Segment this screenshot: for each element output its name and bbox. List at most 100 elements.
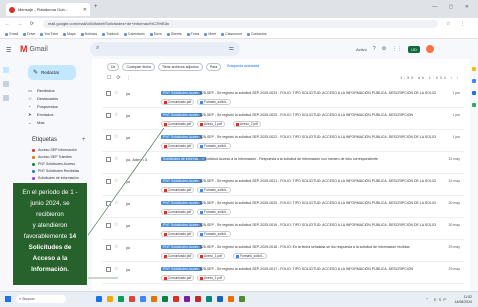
more-actions-icon[interactable]: ⋮ [126, 75, 131, 81]
prev-page-icon[interactable]: ‹ [451, 76, 454, 80]
sidebar-item[interactable]: ◔ Pospuestos [28, 103, 88, 110]
filter-chip[interactable]: Tiene archivos adjuntos [158, 63, 203, 71]
email-row[interactable]: ☆ yo PNT Solicitudes Acceso 2025-SEP - Se r… [102, 88, 464, 108]
taskbar-app-icon[interactable] [162, 296, 168, 302]
url-field[interactable]: mail.google.com/mail/u/0/#label/Solicitu… [42, 20, 438, 28]
email-row[interactable]: ☆ yo PNT Solicitudes Acceso 2025-SEP - Se r… [102, 132, 464, 152]
row-checkbox[interactable] [106, 91, 111, 96]
star-icon[interactable]: ☆ [114, 178, 118, 184]
taskbar-app-icon[interactable] [107, 296, 113, 302]
bookmark-item[interactable]: Docs [149, 32, 162, 36]
email-row[interactable]: ☆ yo, Admin 3 Solicitudes de información RE… [102, 154, 464, 174]
add-label-icon[interactable]: + [82, 137, 86, 143]
sidebar-item[interactable]: ➤ Enviados [28, 111, 88, 118]
sidebar-item[interactable]: ☆ Destacados [28, 95, 88, 102]
row-checkbox[interactable] [106, 157, 111, 162]
star-icon[interactable]: ☆ [114, 134, 118, 140]
bookmark-item[interactable]: Traducir [102, 32, 119, 36]
email-label-tag[interactable]: PNT Solicitudes Acceso [161, 179, 203, 183]
chat-rail-icon[interactable] [3, 81, 9, 87]
keep-side-icon[interactable] [472, 79, 476, 83]
attachment-chip[interactable]: Anexo_2.pdf [233, 121, 261, 127]
settings-icon[interactable]: ⚙ [382, 46, 386, 52]
taskbar-app-icon[interactable] [217, 296, 223, 302]
help-icon[interactable]: ? [373, 46, 376, 52]
taskbar-app-icon[interactable] [118, 296, 124, 302]
attachment-chip[interactable]: Formato_solicit... [197, 143, 232, 149]
clock[interactable]: 11:52 14/06/2024 [454, 295, 472, 304]
attachment-chip[interactable]: Anexo_1.pdf [197, 121, 225, 127]
refresh-icon[interactable]: ⟳ [116, 75, 120, 81]
taskbar-app-icon[interactable] [129, 296, 135, 302]
filter-chip[interactable]: Búsqueda avanzada [224, 63, 262, 71]
label-item[interactable]: PNT Solicitudes Acceso [32, 161, 75, 167]
tasks-side-icon[interactable] [472, 91, 476, 95]
email-row[interactable]: ☆ yo PNT Solicitudes Acceso 2025-SEP - Se r… [102, 242, 464, 262]
row-checkbox[interactable] [106, 135, 111, 140]
attachment-chip[interactable]: Comunicado.pdf [161, 99, 195, 105]
window-controls[interactable]: — ▢ ✕ [432, 4, 474, 10]
pagination[interactable]: 1-50 de 1.034 ‹ › [400, 76, 460, 80]
row-checkbox[interactable] [106, 223, 111, 228]
star-icon[interactable]: ☆ [114, 244, 118, 250]
attachment-chip[interactable]: Formato_solicit... [233, 253, 268, 259]
bookmark-item[interactable]: Drive [23, 32, 35, 36]
email-label-tag[interactable]: PNT Solicitudes Acceso [161, 201, 203, 205]
bookmark-item[interactable]: Calendario [123, 32, 145, 36]
attachment-chip[interactable]: Formato_solicit... [197, 99, 232, 105]
taskbar-search[interactable]: ⌕ Buscar [16, 295, 66, 303]
row-checkbox[interactable] [106, 201, 111, 206]
taskbar-app-icon[interactable] [239, 296, 245, 302]
email-label-tag[interactable]: PNT Solicitudes Acceso [161, 267, 203, 271]
label-item[interactable]: Acceso SEP Información [32, 147, 77, 153]
sidebar-item[interactable]: ⌄ Más [28, 119, 88, 126]
next-page-icon[interactable]: › [457, 76, 460, 80]
attachment-chip[interactable]: Formato_solicit... [197, 187, 232, 193]
row-checkbox[interactable] [106, 245, 111, 250]
taskbar-app-icon[interactable] [228, 296, 234, 302]
bookmark-item[interactable]: Classroom [221, 32, 242, 36]
email-label-tag[interactable]: PNT Solicitudes Acceso [161, 135, 203, 139]
attachment-chip[interactable]: Anexo_1.pdf [197, 275, 225, 281]
new-tab-icon[interactable]: + [94, 4, 98, 10]
gmail-logo[interactable]: M Gmail [20, 44, 48, 54]
attachment-chip[interactable]: Comunicado.pdf [161, 275, 195, 281]
meet-rail-icon[interactable] [3, 95, 9, 101]
email-label-tag[interactable]: PNT Solicitudes Acceso [161, 91, 203, 95]
bookmark-item[interactable]: Fotos [186, 32, 199, 36]
label-item[interactable]: Acceso SEP Trámites [32, 154, 72, 160]
attachment-chip[interactable]: Anexo_1.pdf [197, 253, 225, 259]
star-icon[interactable]: ☆ [114, 266, 118, 272]
browser-menu-icon[interactable]: ☆ ⋮ [446, 21, 469, 27]
star-icon[interactable]: ☆ [114, 156, 118, 162]
email-row[interactable]: ☆ yo PNT Solicitudes Acceso 2025-SEP - Se r… [102, 176, 464, 196]
bookmark-item[interactable]: Meet [204, 32, 216, 36]
search-input[interactable]: ⌕ ⚌ [90, 42, 240, 56]
taskbar-app-icon[interactable] [195, 296, 201, 302]
attachment-chip[interactable]: Formato_solicit... [197, 231, 232, 237]
filter-chip[interactable]: De [107, 63, 120, 71]
label-item[interactable]: PNT Solicitudes Recibidas [32, 168, 79, 174]
filter-chip[interactable]: Para [205, 63, 222, 71]
taskbar-app-icon[interactable] [206, 296, 212, 302]
attachment-chip[interactable]: Formato_solicit... [197, 209, 232, 215]
email-label-tag[interactable]: PNT Solicitudes Acceso [161, 113, 203, 117]
bookmark-item[interactable]: YouTube [40, 32, 58, 36]
attachment-chip[interactable]: Comunicado.pdf [161, 187, 195, 193]
attachment-chip[interactable]: Comunicado.pdf [161, 231, 195, 237]
taskbar-app-icon[interactable] [173, 296, 179, 302]
email-row[interactable]: ☆ yo PNT Solicitudes Acceso 2025-SEP - Se r… [102, 198, 464, 218]
email-label-tag[interactable]: PNT Solicitudes Acceso [161, 245, 203, 249]
star-icon[interactable]: ☆ [114, 200, 118, 206]
attachment-chip[interactable]: Comunicado.pdf [161, 209, 195, 215]
star-icon[interactable]: ☆ [114, 90, 118, 96]
label-item[interactable]: Solicitudes de información [32, 175, 79, 181]
search-icon[interactable]: ⌕ [96, 45, 99, 52]
bookmark-item[interactable]: Contactos [246, 32, 267, 36]
email-label-tag[interactable]: PNT Solicitudes Acceso [161, 223, 203, 227]
attachment-chip[interactable]: Comunicado.pdf [161, 253, 195, 259]
avatar[interactable] [425, 45, 434, 53]
menu-icon[interactable]: ☰ [6, 47, 11, 54]
sidebar-item[interactable]: ▭ Recibidos [28, 87, 88, 94]
taskbar-app-icon[interactable] [140, 296, 146, 302]
